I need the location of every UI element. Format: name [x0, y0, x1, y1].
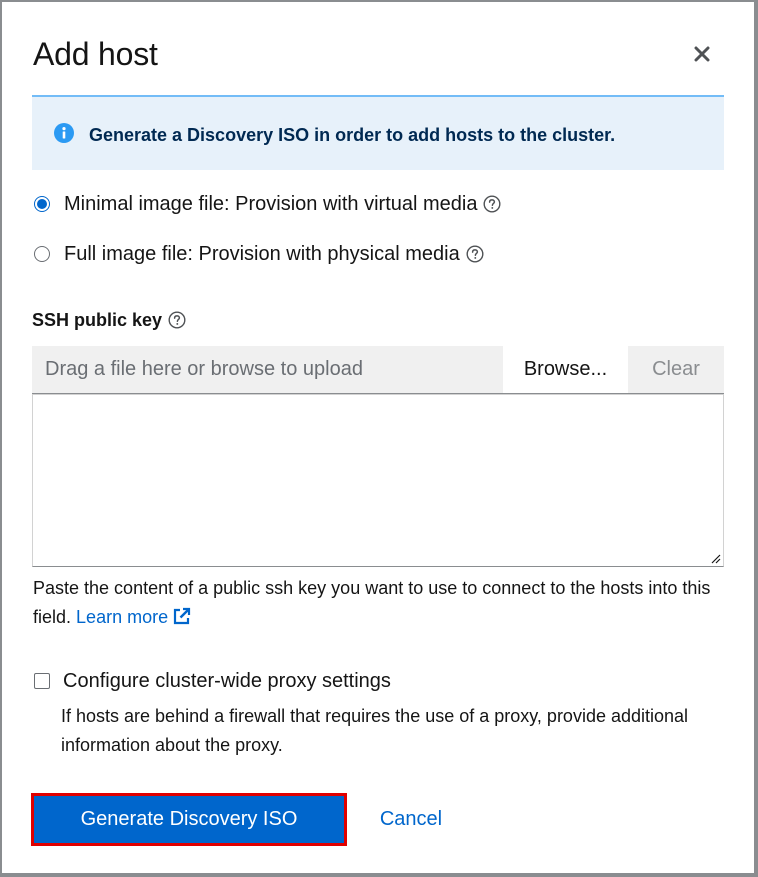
cancel-button[interactable]: Cancel: [366, 793, 456, 846]
upload-filename-input[interactable]: Drag a file here or browse to upload: [45, 358, 363, 381]
learn-more-link[interactable]: Learn more: [76, 607, 168, 627]
info-circle-icon: [54, 123, 74, 143]
alert-message: Generate a Discovery ISO in order to add…: [89, 125, 616, 145]
browse-button[interactable]: Browse...: [503, 346, 628, 393]
close-icon[interactable]: [690, 42, 714, 66]
generate-button-label: Generate Discovery ISO: [80, 808, 298, 830]
ssh-key-textarea[interactable]: [32, 394, 724, 567]
radio-full-image[interactable]: Full image file: Provision with physical…: [32, 241, 484, 267]
radio-label-minimal: Minimal image file: Provision with virtu…: [64, 192, 478, 215]
radio-minimal-image[interactable]: Minimal image file: Provision with virtu…: [32, 191, 501, 217]
ssh-key-label-row: SSH public key: [32, 308, 186, 332]
ssh-key-label: SSH public key: [32, 309, 163, 330]
radio-button-minimal[interactable]: [34, 196, 50, 212]
help-icon[interactable]: [168, 311, 186, 329]
help-icon[interactable]: [466, 245, 484, 263]
radio-label-full: Full image file: Provision with physical…: [64, 242, 460, 265]
add-host-modal: Add host Generate a Discovery ISO in ord…: [2, 2, 754, 873]
proxy-checkbox-label: Configure cluster-wide proxy settings: [63, 669, 391, 692]
modal-title: Add host: [33, 36, 158, 72]
info-alert: Generate a Discovery ISO in order to add…: [32, 95, 724, 170]
clear-button[interactable]: Clear: [628, 346, 724, 393]
proxy-description: If hosts are behind a firewall that requ…: [61, 706, 689, 755]
generate-discovery-iso-button[interactable]: Generate Discovery ISO: [31, 793, 347, 846]
resize-handle-icon[interactable]: [709, 552, 721, 564]
ssh-key-helper-text: Paste the content of a public ssh key yo…: [33, 574, 723, 632]
help-icon[interactable]: [483, 195, 501, 213]
file-upload-bar: Drag a file here or browse to upload Bro…: [32, 346, 724, 394]
radio-button-full[interactable]: [34, 246, 50, 262]
proxy-checkbox-row[interactable]: Configure cluster-wide proxy settings: [32, 668, 391, 694]
proxy-checkbox[interactable]: [34, 673, 50, 689]
external-link-icon[interactable]: [172, 607, 191, 626]
